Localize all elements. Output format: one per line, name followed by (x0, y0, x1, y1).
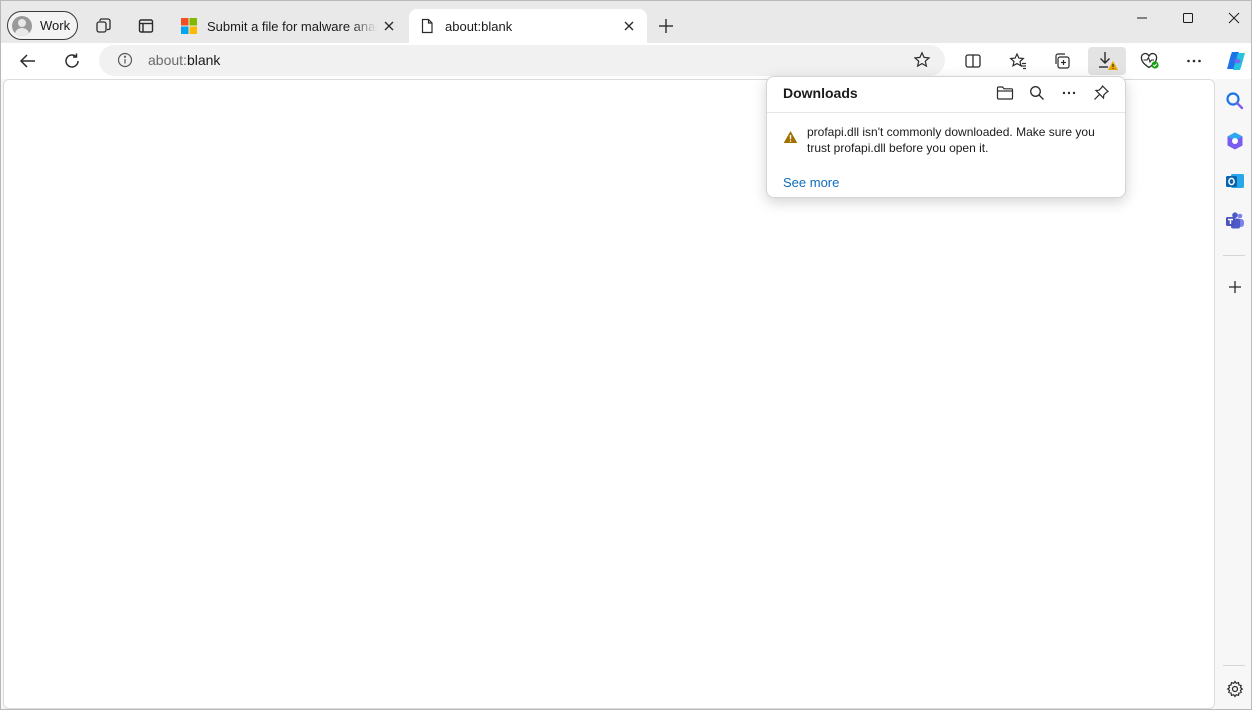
sidebar-divider (1223, 665, 1245, 666)
tab-title: Submit a file for malware analysis (207, 18, 377, 34)
teams-icon (1226, 212, 1244, 229)
tab-malware-analysis[interactable]: Submit a file for malware analysis (171, 9, 407, 43)
tab-actions-icon (138, 19, 154, 33)
split-screen-icon (965, 54, 981, 68)
navigation-toolbar: about:blank (1, 43, 1251, 79)
shopping-icon (1227, 132, 1243, 150)
heart-pulse-icon (1140, 52, 1159, 69)
pin-downloads-button[interactable] (1089, 82, 1113, 104)
workspaces-button[interactable] (90, 13, 118, 39)
sidebar-shopping-button[interactable] (1221, 127, 1249, 155)
minimize-button[interactable] (1119, 5, 1165, 31)
address-bar[interactable]: about:blank (99, 45, 945, 76)
flyout-divider (767, 112, 1125, 113)
page-icon (421, 18, 433, 34)
close-icon (384, 21, 394, 31)
pin-icon (1094, 85, 1109, 100)
maximize-button[interactable] (1165, 5, 1211, 31)
vertical-tabs-button[interactable] (132, 13, 160, 39)
favorites-icon (1009, 52, 1026, 70)
profile-button[interactable]: Work (7, 11, 78, 40)
refresh-button[interactable] (57, 47, 87, 75)
back-button[interactable] (13, 47, 43, 75)
search-downloads-button[interactable] (1025, 82, 1049, 104)
copilot-button[interactable] (1221, 47, 1251, 75)
more-horizontal-icon (1062, 91, 1076, 95)
maximize-icon (1183, 13, 1193, 23)
close-icon (624, 21, 634, 31)
close-tab-button[interactable] (381, 18, 397, 34)
star-icon (913, 51, 931, 68)
more-options-button[interactable] (1057, 82, 1081, 104)
refresh-icon (65, 53, 79, 68)
see-more-link[interactable]: See more (783, 175, 839, 190)
split-screen-button[interactable] (958, 47, 988, 75)
close-icon (1228, 12, 1240, 24)
tab-about-blank[interactable]: about:blank (409, 9, 647, 43)
more-horizontal-icon (1187, 59, 1201, 63)
downloads-flyout: Downloads profapi.dll isn't commonly dow… (766, 76, 1126, 198)
collections-button[interactable] (1047, 47, 1077, 75)
profile-label: Work (40, 18, 71, 33)
search-icon (1226, 92, 1244, 110)
download-warning-icon (1099, 52, 1118, 70)
warning-icon (783, 130, 798, 144)
sidebar-teams-button[interactable] (1221, 207, 1249, 235)
favorites-button[interactable] (1003, 47, 1033, 75)
gear-icon (1226, 680, 1244, 698)
tab-title: about:blank (445, 18, 513, 34)
settings-and-more-button[interactable] (1179, 47, 1209, 75)
sidebar-outlook-button[interactable] (1221, 167, 1249, 195)
open-downloads-folder-button[interactable] (993, 82, 1017, 104)
workspaces-icon (96, 18, 111, 33)
sidebar (1217, 79, 1251, 709)
plus-icon (659, 19, 673, 33)
collections-icon (1055, 53, 1070, 69)
sidebar-add-button[interactable] (1221, 273, 1249, 301)
downloads-title: Downloads (783, 85, 858, 101)
sidebar-search-button[interactable] (1221, 87, 1249, 115)
url-text[interactable]: about:blank (148, 52, 220, 68)
microsoft-logo-icon (181, 18, 197, 34)
plus-icon (1229, 281, 1241, 293)
url-path: blank (186, 52, 221, 68)
downloads-button[interactable] (1088, 47, 1126, 75)
minimize-icon (1137, 17, 1147, 19)
avatar-icon (12, 15, 32, 36)
download-warning-message: profapi.dll isn't commonly downloaded. M… (807, 125, 1095, 155)
browser-window: Work Submit a file for malware analysis (0, 0, 1252, 710)
new-tab-button[interactable] (653, 13, 679, 39)
copilot-icon (1227, 52, 1245, 70)
tab-strip: Work Submit a file for malware analysis (1, 1, 1251, 43)
close-tab-button[interactable] (621, 18, 637, 34)
site-info-button[interactable] (117, 52, 133, 68)
info-icon (117, 52, 133, 68)
arrow-left-icon (19, 54, 35, 68)
folder-icon (996, 86, 1014, 100)
add-favorite-button[interactable] (913, 51, 931, 69)
search-icon (1030, 86, 1044, 100)
browser-essentials-button[interactable] (1135, 47, 1165, 75)
sidebar-settings-button[interactable] (1221, 675, 1249, 703)
outlook-icon (1226, 174, 1244, 188)
sidebar-divider (1223, 255, 1245, 256)
close-window-button[interactable] (1211, 5, 1252, 31)
url-scheme: about: (148, 52, 187, 68)
